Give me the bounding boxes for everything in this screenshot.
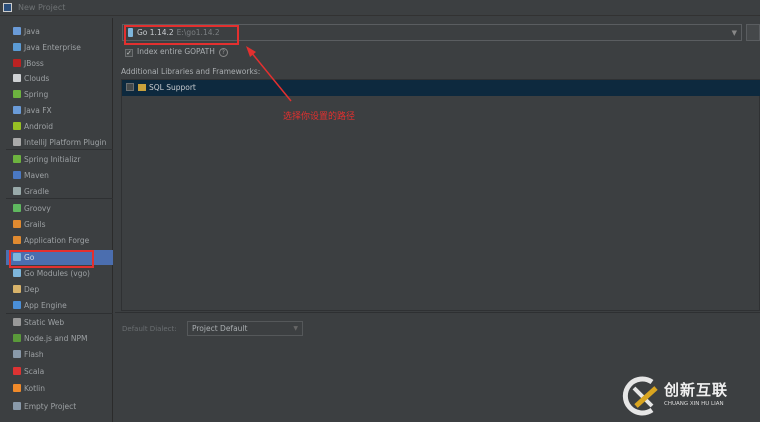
- watermark-logo-icon: [622, 376, 658, 416]
- watermark-subtitle: CHUANG XIN HU LIAN: [664, 401, 724, 407]
- annotation-arrow: [246, 46, 292, 102]
- watermark-name: 创新互联: [664, 381, 729, 399]
- annotation-text: 选择你设置的路径: [283, 112, 356, 122]
- watermark-logo: 创新互联 CHUANG XIN HU LIAN: [622, 374, 760, 422]
